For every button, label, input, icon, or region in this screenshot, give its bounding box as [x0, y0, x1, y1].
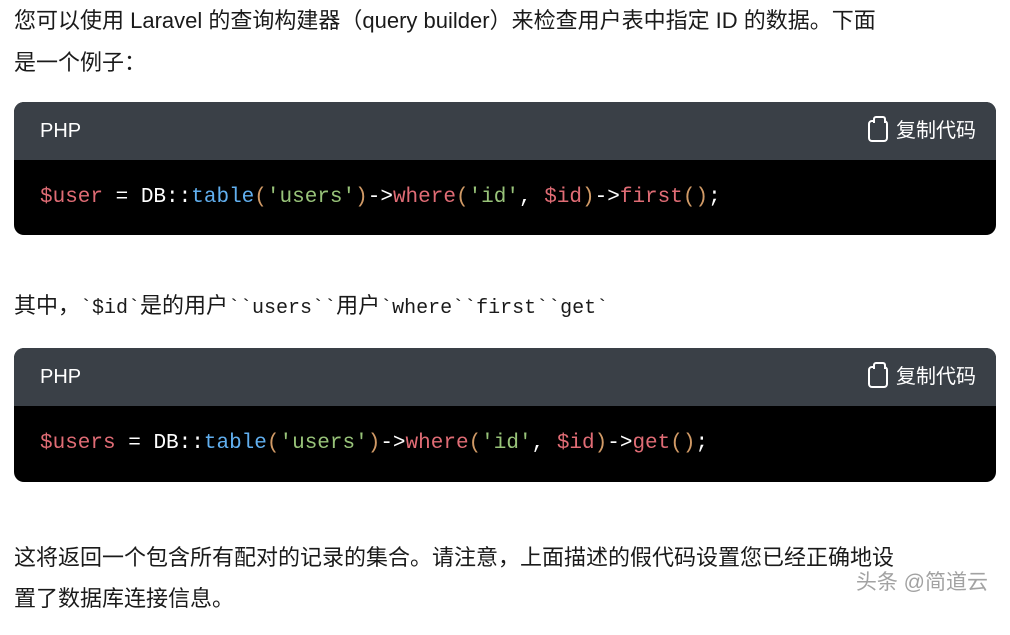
code-token: , — [532, 432, 557, 455]
code-token: = — [116, 432, 154, 455]
code-token: $user — [40, 186, 103, 209]
code-token: ( — [670, 432, 683, 455]
code-token: ; — [695, 432, 708, 455]
code-token: ) — [695, 186, 708, 209]
copy-label: 复制代码 — [896, 358, 976, 396]
bottom-text-1: 这将返回一个包含所有配对的记录的集合。请注意，上面描述的假代码设置您已经正确地设 — [14, 545, 894, 570]
code-token: ( — [456, 186, 469, 209]
middle-text-2: 是的用户 — [140, 293, 228, 318]
code-token: DB — [141, 186, 166, 209]
code-content-2: $users = DB::table('users')->where('id',… — [14, 406, 996, 482]
copy-label: 复制代码 — [896, 112, 976, 150]
code-token: ) — [683, 432, 696, 455]
code-token: 'users' — [280, 432, 368, 455]
code-content-1: $user = DB::table('users')->where('id', … — [14, 160, 996, 236]
intro-text-2: 是一个例子： — [14, 50, 146, 75]
code-token: ( — [254, 186, 267, 209]
code-token: $id — [544, 186, 582, 209]
inline-code: `$id` — [80, 297, 140, 320]
code-token: ( — [683, 186, 696, 209]
code-header-2: PHP 复制代码 — [14, 348, 996, 406]
code-block-1: PHP 复制代码 $user = DB::table('users')->whe… — [14, 102, 996, 236]
copy-code-button[interactable]: 复制代码 — [868, 358, 976, 396]
code-token: 'id' — [481, 432, 531, 455]
code-token: where — [406, 432, 469, 455]
middle-text-4: 用户 — [336, 293, 380, 318]
code-header-1: PHP 复制代码 — [14, 102, 996, 160]
code-token: table — [204, 432, 267, 455]
code-token: ) — [368, 432, 381, 455]
intro-text-1: 您可以使用 Laravel 的查询构建器（query builder）来检查用户… — [14, 8, 876, 33]
inline-code: `where``first``get` — [380, 297, 608, 320]
code-token: ) — [355, 186, 368, 209]
code-token: ) — [582, 186, 595, 209]
code-token: $id — [557, 432, 595, 455]
middle-paragraph: 其中，`$id`是的用户``users``用户`where``first``ge… — [14, 285, 996, 328]
inline-code: ``users`` — [228, 297, 336, 320]
clipboard-icon — [868, 366, 888, 388]
clipboard-icon — [868, 120, 888, 142]
code-token: -> — [607, 432, 632, 455]
intro-paragraph: 您可以使用 Laravel 的查询构建器（query builder）来检查用户… — [14, 0, 996, 84]
code-block-2: PHP 复制代码 $users = DB::table('users')->wh… — [14, 348, 996, 482]
code-token: 'users' — [267, 186, 355, 209]
code-token: get — [632, 432, 670, 455]
code-lang-label: PHP — [40, 112, 81, 150]
code-token: , — [519, 186, 544, 209]
copy-code-button[interactable]: 复制代码 — [868, 112, 976, 150]
code-token: DB — [153, 432, 178, 455]
code-token: 'id' — [469, 186, 519, 209]
code-token: first — [620, 186, 683, 209]
code-token: -> — [380, 432, 405, 455]
code-token: table — [191, 186, 254, 209]
code-token: ) — [595, 432, 608, 455]
code-token: -> — [368, 186, 393, 209]
bottom-paragraph: 这将返回一个包含所有配对的记录的集合。请注意，上面描述的假代码设置您已经正确地设… — [14, 537, 996, 621]
code-token: ( — [267, 432, 280, 455]
code-token: ( — [469, 432, 482, 455]
code-token: -> — [595, 186, 620, 209]
code-token: where — [393, 186, 456, 209]
code-token: $users — [40, 432, 116, 455]
code-token: = — [103, 186, 141, 209]
code-token: :: — [166, 186, 191, 209]
code-token: ; — [708, 186, 721, 209]
bottom-text-2: 置了数据库连接信息。 — [14, 586, 234, 611]
code-lang-label: PHP — [40, 358, 81, 396]
middle-text-prefix: 其中， — [14, 293, 80, 318]
code-token: :: — [179, 432, 204, 455]
